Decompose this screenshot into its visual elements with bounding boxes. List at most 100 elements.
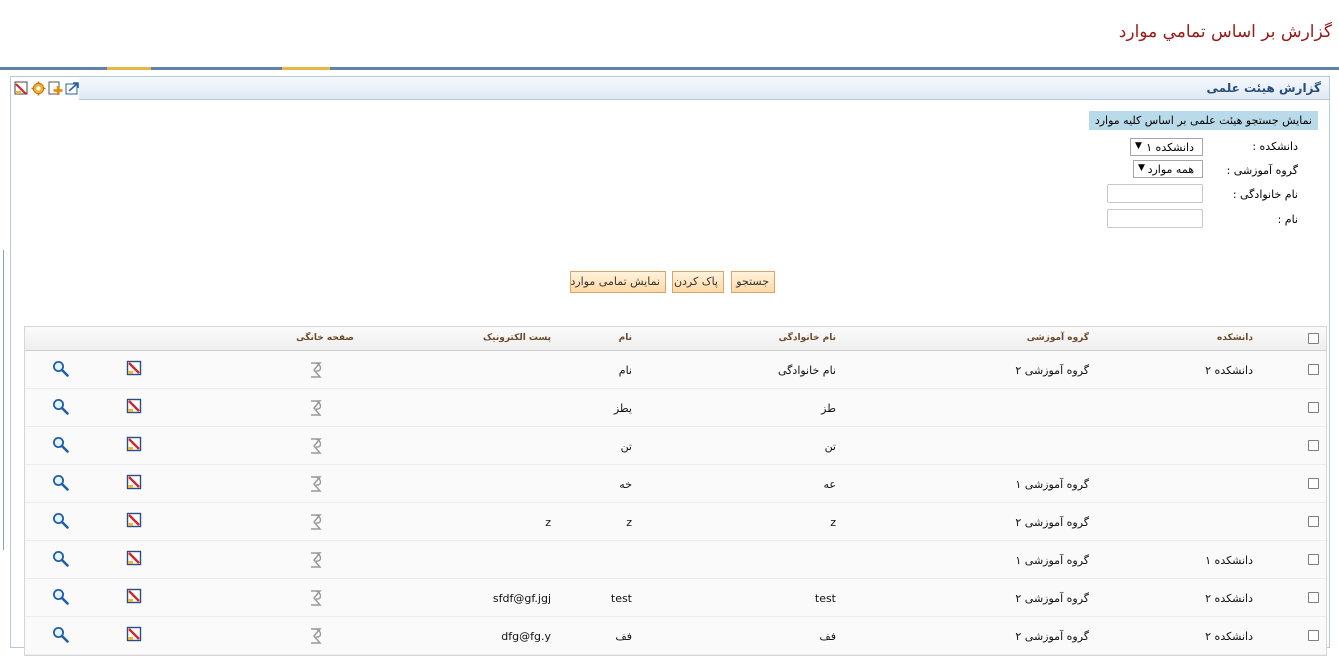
- cell-faculty: دانشکده ۲: [1205, 630, 1253, 643]
- edit-icon[interactable]: [126, 474, 144, 492]
- chevron-down-icon: ▼: [1138, 163, 1145, 173]
- edit-icon[interactable]: [126, 360, 144, 378]
- header-faculty[interactable]: دانشکده: [1217, 333, 1253, 343]
- cell-lastname: فف: [819, 630, 836, 643]
- edit-icon[interactable]: [126, 550, 144, 568]
- search-icon[interactable]: [52, 474, 70, 492]
- homepage-link-icon[interactable]: [307, 550, 325, 568]
- faculty-report-portlet: گزارش هیئت علمی نمایش جستجو هیئت علمی بر…: [10, 76, 1330, 656]
- clear-button[interactable]: پاک کردن: [672, 271, 724, 293]
- chevron-down-icon: ▼: [1135, 141, 1142, 151]
- search-icon[interactable]: [52, 626, 70, 644]
- cell-firstname: نام: [618, 364, 632, 377]
- edit-icon[interactable]: [126, 398, 144, 416]
- search-box-title: نمایش جستجو هیئت علمی بر اساس کلیه موارد: [1088, 111, 1318, 130]
- tab-marker-2[interactable]: [282, 67, 330, 70]
- row-checkbox[interactable]: [1308, 630, 1319, 641]
- minimize-icon[interactable]: [13, 80, 29, 96]
- group-select-value: همه موارد: [1147, 163, 1194, 176]
- cell-lastname: نام خانوادگی: [778, 364, 836, 377]
- table-row[interactable]: گروه آموزشی ۲ z z z: [25, 503, 1326, 541]
- search-icon[interactable]: [52, 436, 70, 454]
- firstname-input[interactable]: [1107, 209, 1203, 228]
- cell-firstname: تن: [620, 440, 632, 453]
- lastname-input[interactable]: [1107, 184, 1203, 203]
- homepage-link-icon[interactable]: [307, 398, 325, 416]
- cell-lastname: عه: [823, 478, 836, 491]
- cell-lastname: test: [814, 592, 836, 605]
- header-homepage[interactable]: صفحه خانگی: [296, 333, 354, 343]
- cell-faculty: دانشکده ۲: [1205, 364, 1253, 377]
- header-lastname[interactable]: نام خانوادگی: [779, 333, 836, 343]
- table-row[interactable]: دانشکده ۲ گروه آموزشی ۲ فف فف dfg@fg.y: [25, 617, 1326, 655]
- table-row[interactable]: طز یطز: [25, 389, 1326, 427]
- page-title: گزارش بر اساس تمامي موارد: [1118, 22, 1332, 42]
- cell-email: dfg@fg.y: [501, 630, 551, 643]
- search-button[interactable]: جستجو: [731, 271, 775, 293]
- cell-firstname: فف: [615, 630, 632, 643]
- cell-group: گروه آموزشی ۲: [1015, 516, 1089, 529]
- table-row[interactable]: تن تن: [25, 427, 1326, 465]
- tab-marker-1[interactable]: [107, 67, 151, 70]
- portlet-toolbar: [13, 80, 80, 96]
- firstname-label: نام :: [1277, 213, 1298, 226]
- select-all-checkbox[interactable]: [1308, 333, 1319, 344]
- faculty-label: دانشکده :: [1252, 140, 1298, 153]
- edit-icon[interactable]: [126, 512, 144, 530]
- header-divider: [0, 67, 1339, 70]
- edit-icon[interactable]: [126, 436, 144, 454]
- cell-group: گروه آموزشی ۲: [1015, 364, 1089, 377]
- row-checkbox[interactable]: [1308, 440, 1319, 451]
- header-firstname[interactable]: نام: [619, 333, 632, 343]
- row-checkbox[interactable]: [1308, 516, 1319, 527]
- group-select[interactable]: همه موارد ▼: [1133, 160, 1203, 178]
- homepage-link-icon[interactable]: [307, 436, 325, 454]
- homepage-link-icon[interactable]: [307, 512, 325, 530]
- homepage-link-icon[interactable]: [307, 360, 325, 378]
- cell-group: گروه آموزشی ۱: [1015, 554, 1089, 567]
- row-checkbox[interactable]: [1308, 592, 1319, 603]
- cell-group: گروه آموزشی ۲: [1015, 630, 1089, 643]
- results-grid: دانشکده گروه آموزشی نام خانوادگی نام پست…: [24, 326, 1327, 656]
- search-icon[interactable]: [52, 588, 70, 606]
- homepage-link-icon[interactable]: [307, 474, 325, 492]
- row-checkbox[interactable]: [1308, 554, 1319, 565]
- table-row[interactable]: گروه آموزشی ۱ عه خه: [25, 465, 1326, 503]
- search-icon[interactable]: [52, 360, 70, 378]
- cell-group: گروه آموزشی ۱: [1015, 478, 1089, 491]
- table-row[interactable]: دانشکده ۲ گروه آموزشی ۲ test test sfdf@g…: [25, 579, 1326, 617]
- grid-body: دانشکده ۲ گروه آموزشی ۲ نام خانوادگی نام…: [25, 351, 1326, 655]
- cell-firstname: یطز: [613, 402, 632, 415]
- search-icon[interactable]: [52, 550, 70, 568]
- table-row[interactable]: دانشکده ۱ گروه آموزشی ۱: [25, 541, 1326, 579]
- row-checkbox[interactable]: [1308, 478, 1319, 489]
- grid-header-row: دانشکده گروه آموزشی نام خانوادگی نام پست…: [25, 327, 1326, 351]
- cell-group: گروه آموزشی ۲: [1015, 592, 1089, 605]
- edit-icon[interactable]: [126, 588, 144, 606]
- cell-faculty: دانشکده ۲: [1205, 592, 1253, 605]
- cell-firstname: خه: [619, 478, 632, 491]
- homepage-link-icon[interactable]: [307, 626, 325, 644]
- search-icon[interactable]: [52, 512, 70, 530]
- cell-firstname: z: [626, 516, 632, 529]
- cell-faculty: دانشکده ۱: [1205, 554, 1253, 567]
- header-group[interactable]: گروه آموزشی: [1027, 333, 1089, 343]
- edit-icon[interactable]: [126, 626, 144, 644]
- row-checkbox[interactable]: [1308, 402, 1319, 413]
- faculty-select[interactable]: دانشکده ۱ ▼: [1130, 138, 1203, 156]
- table-row[interactable]: دانشکده ۲ گروه آموزشی ۲ نام خانوادگی نام: [25, 351, 1326, 389]
- portlet-title: گزارش هیئت علمی: [1206, 81, 1321, 95]
- cell-lastname: z: [830, 516, 836, 529]
- homepage-link-icon[interactable]: [307, 588, 325, 606]
- cell-email: z: [545, 516, 551, 529]
- left-border-line: [3, 250, 4, 550]
- group-label: گروه آموزشی :: [1226, 164, 1298, 177]
- show-all-button[interactable]: نمایش تمامی موارد: [570, 271, 666, 293]
- add-icon[interactable]: [47, 80, 63, 96]
- header-email[interactable]: پست الکترونیک: [483, 333, 551, 343]
- export-icon[interactable]: [64, 80, 80, 96]
- cell-firstname: test: [610, 592, 632, 605]
- settings-icon[interactable]: [30, 80, 46, 96]
- search-icon[interactable]: [52, 398, 70, 416]
- row-checkbox[interactable]: [1308, 364, 1319, 375]
